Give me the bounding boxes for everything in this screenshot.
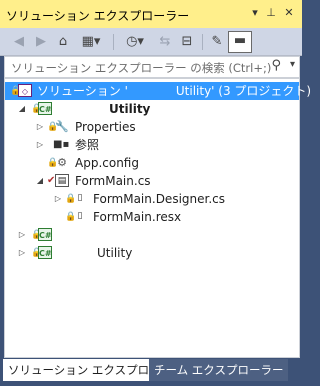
tab-team-explorer[interactable]: チーム エクスプローラー xyxy=(149,359,289,381)
csharp-project-icon: C# xyxy=(38,246,52,259)
form-icon: ▤ xyxy=(55,174,69,187)
tree-item-formmain-designer[interactable]: ▷ 🔒 ▯ FormMain.Designer.cs xyxy=(5,190,299,208)
code-file-icon: ▯ xyxy=(77,193,83,203)
tree-item-formmain-resx[interactable]: 🔒 ▯ FormMain.resx xyxy=(5,208,299,226)
toolbar-separator xyxy=(202,34,203,50)
collapse-all-icon[interactable]: ⊟ xyxy=(178,33,196,51)
tree-item-label: 参照 xyxy=(75,138,100,152)
tree-item-label: FormMain.resx xyxy=(93,210,182,224)
toolbar: ◀ ▶ ⌂ ▦▾ ◷▾ ⇆ ⊟ ✎ ▬ xyxy=(0,28,302,56)
solution-label: ソリューション ' Utility' (3 プロジェクト) xyxy=(37,84,312,98)
search-icon[interactable]: ⚲ xyxy=(271,58,281,73)
wrench-icon: 🔧 xyxy=(55,120,69,133)
bottom-tab-strip: ソリューション エクスプローラー チーム エクスプローラー xyxy=(0,359,302,386)
tree-item-formmain[interactable]: ◢ ✔ ▤ FormMain.cs xyxy=(5,172,299,190)
pin-icon[interactable]: ⊥ xyxy=(264,6,278,20)
expand-arrow-icon[interactable]: ▷ xyxy=(17,226,27,244)
tree-item-solution[interactable]: 🔒 ◇ ソリューション ' Utility' (3 プロジェクト) xyxy=(5,82,311,100)
search-box[interactable]: ソリューション エクスプローラー の検索 (Ctrl+;) ⚲ ▾ xyxy=(4,56,300,78)
tree-item-project[interactable]: ▷ 🔒 C# Utility xyxy=(5,244,299,262)
expand-arrow-icon[interactable]: ▷ xyxy=(17,244,27,262)
project-name: Utility xyxy=(97,246,133,260)
tree-item-label: FormMain.cs xyxy=(75,174,151,188)
tree-item-properties[interactable]: ▷ 🔒 🔧 Properties xyxy=(5,118,299,136)
search-options-dropdown-icon[interactable]: ▾ xyxy=(290,59,295,70)
tree-item-references[interactable]: ▷ ■▪ 参照 xyxy=(5,136,299,154)
tree-item-label: FormMain.Designer.cs xyxy=(93,192,225,206)
home-icon[interactable]: ⌂ xyxy=(54,33,72,51)
tree-item-label: Properties xyxy=(75,120,136,134)
solution-tree: 🔒 ◇ ソリューション ' Utility' (3 プロジェクト) ◢ 🔒 C#… xyxy=(4,78,311,358)
references-icon: ■▪ xyxy=(53,139,70,150)
solution-icon: ◇ xyxy=(18,84,32,97)
collapse-arrow-icon[interactable]: ◢ xyxy=(17,100,27,118)
sync-with-active-document-icon[interactable]: ⇆ xyxy=(156,33,174,51)
project-name: Utility xyxy=(109,102,151,116)
search-input[interactable]: ソリューション エクスプローラー の検索 (Ctrl+;) xyxy=(11,60,271,76)
title-bar: ソリューション エクスプローラー ▾ ⊥ ✕ xyxy=(0,0,302,28)
properties-wrench-icon[interactable]: ✎ xyxy=(208,33,226,51)
window-title: ソリューション エクスプローラー xyxy=(6,9,190,23)
pending-changes-filter-icon[interactable]: ◷▾ xyxy=(120,33,150,51)
expand-arrow-icon[interactable]: ▷ xyxy=(35,118,45,136)
preview-selected-items-icon[interactable]: ▬ xyxy=(228,31,252,53)
close-icon[interactable]: ✕ xyxy=(282,6,296,20)
forward-icon[interactable]: ▶ xyxy=(32,33,50,51)
window-position-dropdown-icon[interactable]: ▾ xyxy=(248,6,262,20)
tree-item-project[interactable]: ◢ 🔒 C# Utility xyxy=(5,100,299,118)
toolbar-separator xyxy=(113,34,114,50)
csharp-project-icon: C# xyxy=(38,228,52,241)
tree-item-app-config[interactable]: 🔒 ⚙ App.config xyxy=(5,154,299,172)
expand-arrow-icon[interactable]: ▷ xyxy=(35,136,45,154)
config-file-icon: ⚙ xyxy=(57,156,67,169)
tree-item-label: App.config xyxy=(75,156,139,170)
back-icon[interactable]: ◀ xyxy=(10,33,28,51)
switch-view-icon[interactable]: ▦▾ xyxy=(76,33,106,51)
resource-file-icon: ▯ xyxy=(77,211,83,221)
expand-arrow-icon[interactable]: ▷ xyxy=(53,190,63,208)
csharp-project-icon: C# xyxy=(38,102,52,115)
tree-item-project[interactable]: ▷ 🔒 C# xyxy=(5,226,299,244)
collapse-arrow-icon[interactable]: ◢ xyxy=(35,172,45,190)
